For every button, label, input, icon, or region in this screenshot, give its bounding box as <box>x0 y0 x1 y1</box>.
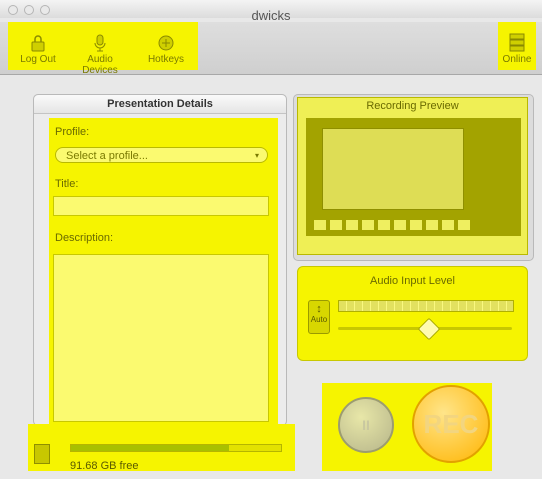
preview-thumbnail <box>322 128 464 210</box>
server-icon <box>509 33 525 52</box>
logout-label: Log Out <box>20 54 56 65</box>
title-label: Title: <box>55 178 79 190</box>
pause-label: II <box>362 417 370 433</box>
hotkeys-button[interactable]: Hotkeys <box>136 22 196 68</box>
hard-drive-icon <box>34 444 50 464</box>
profile-select-value: Select a profile... <box>66 150 148 162</box>
record-controls: II REC <box>322 383 492 471</box>
presentation-form: Profile: Select a profile... ▾ Title: De… <box>49 118 278 429</box>
title-field[interactable] <box>53 196 269 216</box>
hotkeys-label: Hotkeys <box>147 54 185 65</box>
disk-space-bar: 91.68 GB free <box>28 424 295 472</box>
profile-label: Profile: <box>55 126 90 138</box>
audio-input-panel: Audio Input Level ↕ Auto <box>297 266 528 361</box>
toolbar-left-group: Log Out Audio Devices Hotkeys <box>8 22 198 76</box>
audio-devices-button[interactable]: Audio Devices <box>70 22 130 76</box>
presentation-details-header: Presentation Details <box>34 95 286 114</box>
record-button[interactable]: REC <box>412 385 490 463</box>
auto-gain-label: Auto <box>310 315 328 324</box>
gain-slider-knob[interactable] <box>418 317 441 341</box>
keyboard-icon <box>158 35 174 51</box>
online-button[interactable]: Online <box>498 22 536 70</box>
logout-button[interactable]: Log Out <box>8 22 68 68</box>
microphone-icon <box>94 34 106 52</box>
record-label: REC <box>423 409 479 439</box>
audio-devices-label: Audio Devices <box>82 54 118 76</box>
toolbar: Log Out Audio Devices Hotkeys Online <box>0 22 542 76</box>
recording-preview-panel: Recording Preview <box>297 97 528 255</box>
pause-button[interactable]: II <box>338 397 394 453</box>
lock-icon <box>31 35 45 52</box>
recording-preview-screen <box>306 118 521 236</box>
online-label: Online <box>502 54 532 65</box>
title-bar: dwicks <box>0 0 542 23</box>
audio-input-header: Audio Input Level <box>369 275 455 287</box>
window-title: dwicks <box>251 8 291 23</box>
description-label: Description: <box>55 232 114 244</box>
auto-gain-button[interactable]: ↕ Auto <box>308 300 330 334</box>
disk-free-label: 91.68 GB free <box>70 460 139 472</box>
audio-level-meter <box>338 300 514 312</box>
chevron-down-icon: ▾ <box>254 151 259 160</box>
auto-gain-icon: ↕ <box>316 303 322 315</box>
recording-preview-header: Recording Preview <box>366 100 459 112</box>
disk-usage-bar <box>70 444 282 452</box>
description-field[interactable] <box>53 254 269 422</box>
disk-usage-fill <box>71 445 229 451</box>
preview-dock <box>314 220 474 230</box>
profile-select[interactable]: Select a profile... ▾ <box>55 147 268 163</box>
